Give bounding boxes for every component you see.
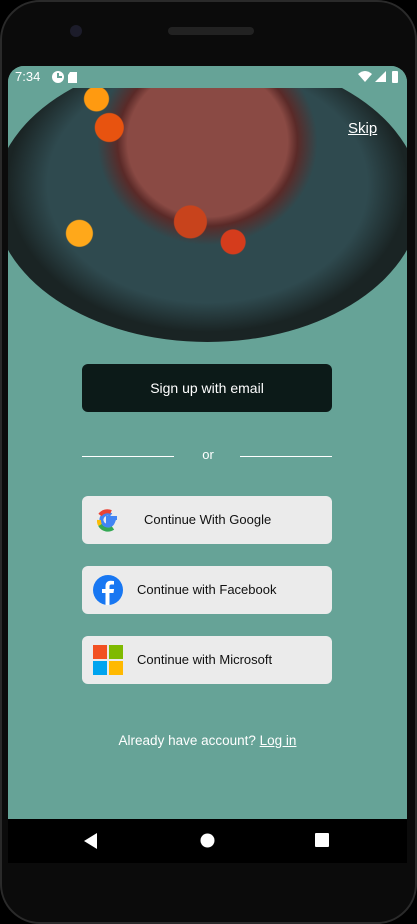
status-bar: 7:34: [8, 66, 407, 88]
divider-left: [82, 456, 174, 457]
navigation-bar: [8, 819, 407, 863]
status-time: 7:34: [15, 69, 41, 84]
home-icon[interactable]: [200, 833, 215, 848]
microsoft-icon: [93, 645, 123, 675]
camera: [70, 25, 82, 37]
facebook-icon: [93, 575, 123, 605]
google-signin-button[interactable]: Continue With Google: [82, 496, 332, 544]
skip-link[interactable]: Skip: [348, 120, 377, 137]
facebook-button-label: Continue with Facebook: [137, 582, 277, 597]
google-icon: [96, 509, 117, 532]
login-prompt-text: Already have account?: [118, 733, 256, 748]
notification-icons: [52, 71, 77, 83]
speaker: [168, 27, 254, 35]
facebook-signin-button[interactable]: Continue with Facebook: [82, 566, 332, 614]
hero-food-image: [8, 66, 407, 342]
divider-label: or: [202, 447, 214, 462]
system-status-icons: [358, 71, 398, 83]
screen: 7:34 Skip Sign up with email or Continue…: [8, 66, 407, 819]
login-link[interactable]: Log in: [260, 733, 297, 748]
recents-icon[interactable]: [315, 833, 329, 847]
microsoft-button-label: Continue with Microsoft: [137, 652, 273, 667]
divider-right: [240, 456, 332, 457]
back-icon[interactable]: [84, 833, 98, 849]
microsoft-signin-button[interactable]: Continue with Microsoft: [82, 636, 332, 684]
login-prompt: Already have account? Log in: [8, 733, 407, 748]
google-button-label: Continue With Google: [144, 512, 272, 527]
sign-up-email-button[interactable]: Sign up with email: [82, 364, 332, 412]
